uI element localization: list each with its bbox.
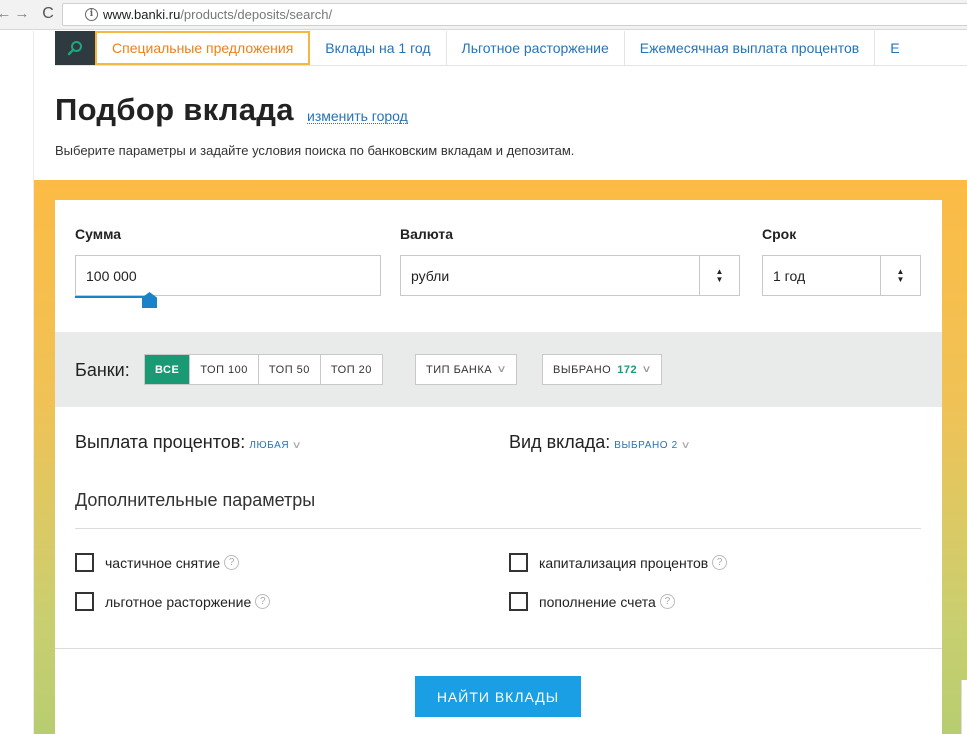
bank-type-label: ТИП БАНКА: [426, 363, 493, 376]
left-gutter: [0, 31, 34, 734]
banks-filter-row: Банки: ВСЕ ТОП 100 ТОП 50 ТОП 20 ТИП БАН…: [55, 332, 942, 407]
selected-banks-label: ВЫБРАНО: [553, 363, 612, 376]
url-text: www.banki.ru/products/deposits/search/: [103, 7, 332, 22]
term-value: 1 год: [773, 268, 806, 284]
deposit-type-value[interactable]: ВЫБРАНО 2: [614, 440, 678, 451]
help-icon[interactable]: ?: [224, 555, 240, 570]
bank-type-dropdown[interactable]: ТИП БАНКА ∨: [415, 354, 517, 385]
url-host: www.banki.ru: [103, 7, 181, 22]
filter-top50-button[interactable]: ТОП 50: [259, 355, 321, 384]
forward-arrow-icon[interactable]: →: [12, 4, 32, 24]
checkbox-label: капитализация процентов: [539, 554, 709, 571]
term-label: Срок: [762, 226, 797, 242]
term-select[interactable]: 1 год ▲ ▼: [762, 255, 921, 296]
checkbox-box[interactable]: [75, 592, 94, 611]
search-tab[interactable]: [55, 31, 95, 65]
payout-value[interactable]: ЛЮБАЯ: [249, 440, 289, 451]
capitalization-checkbox[interactable]: капитализация процентов ?: [509, 553, 728, 572]
deposit-type-filter[interactable]: Вид вклада: ВЫБРАНО 2 ∨: [509, 432, 691, 453]
arrow-down-icon: ▼: [896, 274, 905, 284]
help-icon[interactable]: ?: [255, 594, 271, 609]
page-title: Подбор вклада: [55, 92, 294, 127]
deposit-type-label: Вид вклада:: [509, 432, 611, 452]
checkbox-box[interactable]: [509, 553, 528, 572]
page-subtitle: Выберите параметры и задайте условия пои…: [55, 143, 575, 158]
change-city-link[interactable]: изменить город: [307, 109, 408, 124]
url-path: /products/deposits/search/: [180, 7, 333, 22]
selected-banks-count: 172: [617, 363, 638, 376]
extra-params-title: Дополнительные параметры: [75, 490, 316, 510]
find-deposits-button[interactable]: НАЙТИ ВКЛАДЫ: [415, 676, 581, 717]
filter-top20-button[interactable]: ТОП 20: [321, 355, 382, 384]
filter-top100-button[interactable]: ТОП 100: [190, 355, 259, 384]
currency-label: Валюта: [400, 226, 454, 242]
tab-deposits-1-year[interactable]: Вклады на 1 год: [310, 31, 447, 65]
chevron-down-icon: ∨: [291, 440, 303, 451]
select-arrows-icon: ▲ ▼: [699, 256, 739, 295]
amount-input[interactable]: 100 000: [75, 255, 381, 296]
tab-more[interactable]: E: [875, 31, 914, 65]
reload-icon[interactable]: C: [38, 4, 58, 24]
browser-toolbar: ← → C i www.banki.ru/products/deposits/s…: [0, 0, 967, 30]
filter-all-button[interactable]: ВСЕ: [145, 355, 191, 384]
divider: [55, 648, 942, 649]
checkbox-label: льготное расторжение: [105, 593, 252, 610]
side-panel-edge: [961, 680, 967, 734]
chevron-down-icon: ∨: [680, 440, 691, 451]
tab-early-termination[interactable]: Льготное расторжение: [447, 31, 625, 65]
search-icon: [67, 41, 82, 56]
top-navigation: Специальные предложения Вклады на 1 год …: [55, 31, 967, 66]
payout-filter[interactable]: Выплата процентов: ЛЮБАЯ ∨: [75, 432, 303, 453]
currency-select[interactable]: рубли ▲ ▼: [400, 255, 740, 296]
checkbox-box[interactable]: [509, 592, 528, 611]
help-icon[interactable]: ?: [659, 594, 675, 609]
early-termination-checkbox[interactable]: льготное расторжение ?: [75, 592, 271, 611]
info-icon[interactable]: i: [85, 8, 98, 21]
select-arrows-icon: ▲ ▼: [880, 256, 920, 295]
tab-monthly-interest[interactable]: Ежемесячная выплата процентов: [625, 31, 876, 65]
bank-rating-filter: ВСЕ ТОП 100 ТОП 50 ТОП 20: [144, 354, 383, 385]
checkbox-label: частичное снятие: [105, 554, 221, 571]
tab-special-offers[interactable]: Специальные предложения: [95, 31, 311, 65]
top-up-checkbox[interactable]: пополнение счета ?: [509, 592, 675, 611]
arrow-down-icon: ▼: [715, 274, 724, 284]
banks-label: Банки:: [75, 360, 130, 380]
help-icon[interactable]: ?: [712, 555, 728, 570]
amount-label: Сумма: [75, 226, 122, 242]
chevron-down-icon: ∨: [496, 364, 508, 375]
divider: [75, 528, 921, 529]
checkbox-label: пополнение счета: [539, 593, 656, 610]
currency-value: рубли: [411, 268, 450, 284]
chevron-down-icon: ∨: [641, 364, 653, 375]
payout-label: Выплата процентов:: [75, 432, 246, 452]
deposit-search-form: Сумма 100 000 Валюта рубли ▲ ▼ Срок 1 год…: [55, 200, 942, 734]
address-bar[interactable]: i www.banki.ru/products/deposits/search/: [62, 3, 967, 26]
checkbox-box[interactable]: [75, 553, 94, 572]
selected-banks-dropdown[interactable]: ВЫБРАНО 172 ∨: [542, 354, 662, 385]
partial-withdrawal-checkbox[interactable]: частичное снятие ?: [75, 553, 240, 572]
